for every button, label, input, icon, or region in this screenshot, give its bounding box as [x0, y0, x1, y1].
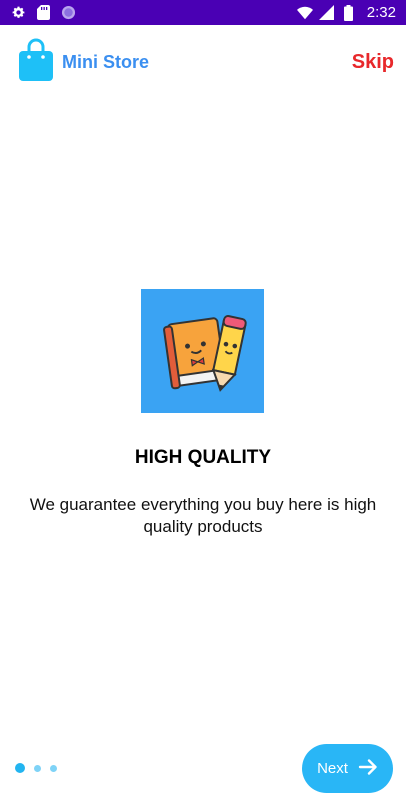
page-dot-active: [15, 763, 25, 773]
gear-icon: [10, 5, 26, 21]
status-left-icons: [10, 5, 76, 21]
arrow-right-icon: [358, 757, 378, 781]
page-indicator: [15, 763, 57, 773]
circle-notification-icon: [60, 5, 76, 21]
book-and-pencil-icon: [141, 289, 264, 413]
sd-card-icon: [35, 5, 51, 21]
shopping-bag-icon: [18, 38, 54, 87]
app-name: Mini Store: [62, 52, 150, 72]
wifi-icon: [296, 5, 313, 21]
skip-button[interactable]: Skip: [352, 51, 394, 74]
page-dot: [34, 764, 41, 772]
app-header: Mini Store Skip: [0, 25, 406, 100]
status-right-icons: 2:32: [296, 4, 396, 21]
slide-title: HIGH QUALITY: [134, 447, 272, 468]
clock-time: 2:32: [366, 4, 396, 21]
signal-icon: [319, 5, 335, 21]
battery-icon: [341, 4, 357, 21]
next-button-label: Next: [317, 760, 348, 777]
next-button[interactable]: Next: [302, 744, 393, 793]
page-dot: [50, 764, 57, 772]
status-bar: 2:32: [0, 0, 406, 25]
slide-description: We guarantee everything you buy here is …: [29, 495, 377, 536]
